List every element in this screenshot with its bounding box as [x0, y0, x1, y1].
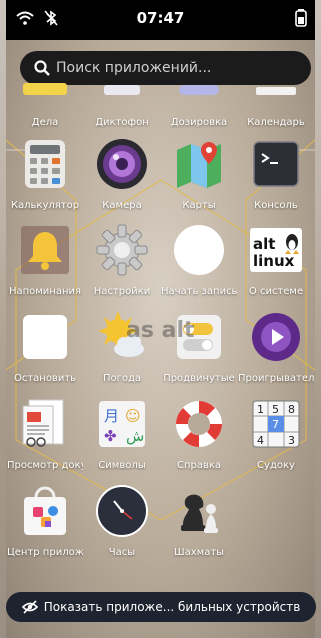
sudoku-icon: 1 5 8 7 4 3	[250, 398, 302, 450]
sudoku-digit: 1	[257, 403, 264, 416]
stop-icon	[19, 311, 71, 363]
app-label: Погода	[102, 373, 142, 384]
app-clocks[interactable]: Часы	[84, 485, 160, 569]
app-label: Шахматы	[173, 547, 225, 558]
app-about-system[interactable]: alt linux О системе	[238, 224, 314, 308]
app-chess[interactable]: Шахматы	[161, 485, 237, 569]
show-mobile-apps-label: Показать приложе... бильных устройств	[43, 600, 301, 614]
camera-icon	[96, 138, 148, 190]
sudoku-digit: 7	[272, 418, 279, 431]
app-sudoku[interactable]: 1 5 8 7 4 3 Судоку	[238, 398, 314, 482]
bell-icon	[19, 224, 71, 276]
app-label: Карты	[182, 200, 216, 211]
app-player[interactable]: Проигрыватель	[238, 311, 314, 395]
glyph-moon: 月	[104, 407, 119, 425]
gear-icon	[96, 224, 148, 276]
app-label: Судоку	[257, 460, 295, 471]
dosage-icon	[173, 55, 225, 107]
app-software-center[interactable]: Центр приложений	[7, 485, 83, 569]
status-bar: 07:47	[6, 0, 315, 40]
app-label: Справка	[176, 460, 222, 471]
app-document-viewer[interactable]: Просмотр документов	[7, 398, 83, 482]
calculator-icon	[19, 138, 71, 190]
calendar-icon	[250, 55, 302, 107]
app-stop[interactable]: Остановить	[7, 311, 83, 395]
player-icon	[250, 311, 302, 363]
app-label: Консоль	[254, 200, 298, 211]
logo-text-alt: alt	[253, 235, 275, 253]
app-label: Продвинутые	[163, 373, 235, 384]
app-start-recording[interactable]: Начать запись	[161, 224, 237, 308]
app-reminders[interactable]: Напоминания	[7, 224, 83, 308]
app-label: Дела	[31, 117, 59, 128]
app-camera[interactable]: Камера	[84, 138, 160, 222]
glyph-smile: ☺	[125, 407, 141, 425]
app-calendar[interactable]: Календарь	[238, 55, 314, 139]
chess-icon	[173, 485, 225, 537]
sudoku-digit: 3	[288, 434, 295, 447]
eye-off-icon	[21, 600, 38, 614]
app-tasks[interactable]: Дела	[7, 55, 83, 139]
app-label: Дозировка	[170, 117, 228, 128]
app-label: Камера	[102, 200, 142, 211]
app-label: Диктофон	[95, 117, 149, 128]
app-maps[interactable]: Карты	[161, 138, 237, 222]
app-label: Часы	[108, 547, 136, 558]
app-label: Центр приложений	[7, 547, 83, 558]
app-launcher: 07:47 Дела Диктофон	[6, 0, 315, 638]
clock-time: 07:47	[136, 9, 185, 27]
sudoku-digit: 5	[272, 403, 279, 416]
lifebuoy-icon	[173, 398, 225, 450]
app-label: Калькулятор	[10, 200, 80, 211]
clock-icon	[96, 485, 148, 537]
document-viewer-icon	[19, 398, 71, 450]
app-label: Напоминания	[8, 286, 82, 297]
app-center-icon	[19, 485, 71, 537]
tasks-icon	[19, 55, 71, 107]
app-label: Просмотр документов	[7, 460, 83, 471]
show-mobile-apps-button[interactable]: Показать приложе... бильных устройств	[6, 592, 316, 622]
app-dosage[interactable]: Дозировка	[161, 55, 237, 139]
sudoku-digit: 4	[257, 434, 264, 447]
app-label: Символы	[98, 460, 146, 471]
app-label: Остановить	[13, 373, 77, 384]
app-recorder[interactable]: Диктофон	[84, 55, 160, 139]
app-help[interactable]: Справка	[161, 398, 237, 482]
app-settings[interactable]: Настройки	[84, 224, 160, 308]
app-characters[interactable]: 月 ☺ ✤ ش Символы	[84, 398, 160, 482]
recorder-icon	[96, 55, 148, 107]
app-console[interactable]: Консоль	[238, 138, 314, 222]
characters-icon: 月 ☺ ✤ ش	[96, 398, 148, 450]
glyph-arabic: ش	[126, 427, 144, 445]
app-calculator[interactable]: Калькулятор	[7, 138, 83, 222]
app-label: О системе	[248, 286, 304, 297]
app-label: Проигрыватель	[238, 373, 314, 384]
alt-linux-logo-icon: alt linux	[250, 224, 302, 276]
record-icon	[173, 224, 225, 276]
maps-icon	[173, 138, 225, 190]
sudoku-digit: 8	[288, 403, 295, 416]
battery-icon	[295, 9, 307, 27]
glyph-flower: ✤	[104, 427, 117, 445]
app-label: Начать запись	[161, 286, 237, 297]
app-label: Календарь	[247, 117, 305, 128]
app-label: Настройки	[93, 286, 151, 297]
logo-text-linux: linux	[253, 252, 295, 270]
terminal-icon	[250, 138, 302, 190]
watermark-text: as alt	[126, 318, 195, 343]
